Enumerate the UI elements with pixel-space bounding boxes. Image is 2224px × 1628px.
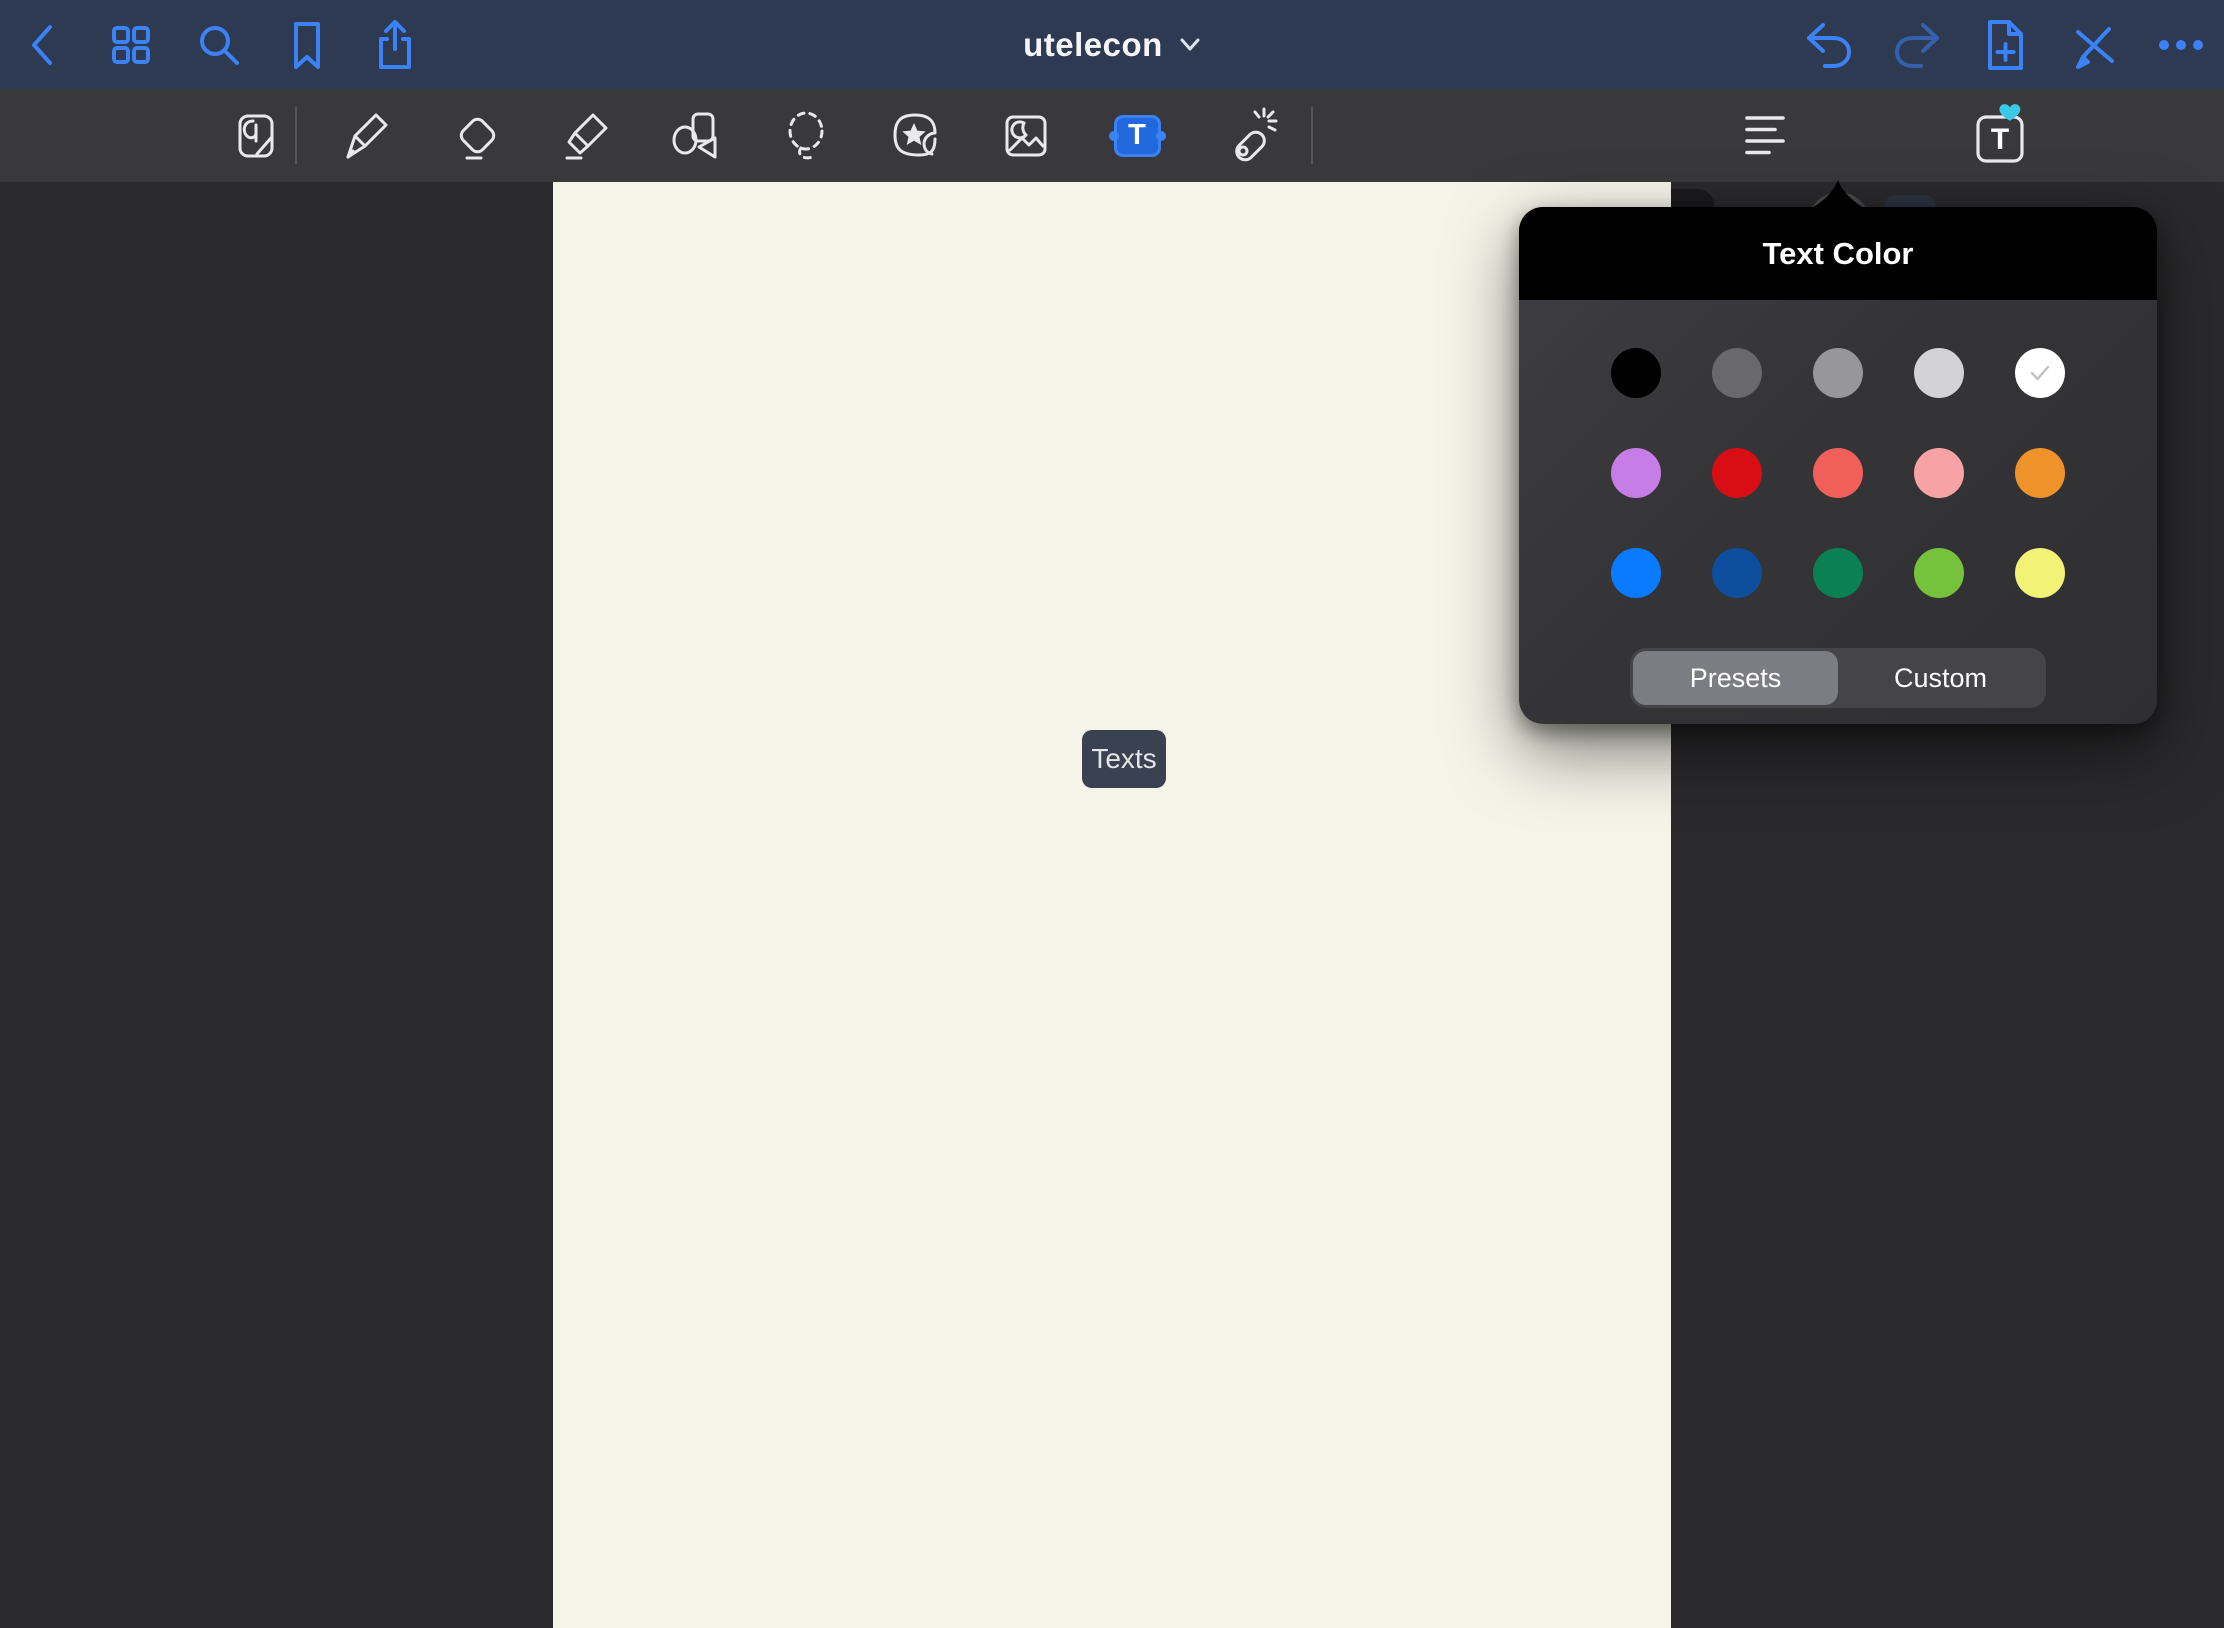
text-object[interactable]: Texts: [1082, 730, 1166, 788]
redo-icon[interactable]: [1881, 0, 1953, 89]
toolbar-divider: [295, 107, 297, 164]
popover-header: Text Color: [1519, 207, 2157, 300]
color-swatch-coral[interactable]: [1813, 448, 1863, 498]
lasso-tool[interactable]: [766, 89, 846, 182]
color-swatch-white[interactable]: [2015, 348, 2065, 398]
more-icon[interactable]: [2145, 0, 2217, 89]
color-swatch-dark-gray[interactable]: [1712, 348, 1762, 398]
shapes-tool[interactable]: [656, 89, 736, 182]
color-swatch-black[interactable]: [1611, 348, 1661, 398]
color-swatch-blue[interactable]: [1611, 548, 1661, 598]
popup-tabs: PresetsCustom: [1630, 648, 2046, 708]
color-swatch-green[interactable]: [1813, 548, 1863, 598]
color-swatch-light-gray[interactable]: [1914, 348, 1964, 398]
text-style-heart-icon: T: [1970, 103, 2034, 169]
popover-arrow: [1806, 180, 1870, 208]
undo-icon[interactable]: [1793, 0, 1865, 89]
text-object-label: Texts: [1091, 743, 1156, 775]
tab-custom[interactable]: Custom: [1838, 651, 2043, 705]
text-handle-right: [1156, 131, 1166, 141]
pen-tool[interactable]: [327, 89, 407, 182]
title-chevron-down-icon: [1179, 37, 1201, 53]
swatch-grid: [1519, 300, 2157, 598]
text-tool[interactable]: T: [1097, 89, 1177, 182]
add-page-icon[interactable]: [1969, 0, 2041, 89]
sticker-tool[interactable]: [876, 89, 956, 182]
text-tool-active-chip: T: [1114, 115, 1161, 157]
favorite-text-style-button[interactable]: T: [1962, 89, 2042, 182]
highlighter-tool[interactable]: [547, 89, 627, 182]
document-title-label: utelecon: [1023, 26, 1163, 64]
toolbar-divider: [1311, 107, 1313, 164]
align-left-icon: [1745, 114, 1785, 158]
text-align-button[interactable]: [1725, 89, 1805, 182]
color-swatch-yellow[interactable]: [2015, 548, 2065, 598]
svg-text:T: T: [1991, 123, 2009, 156]
eraser-tool[interactable]: [437, 89, 517, 182]
color-swatch-pink[interactable]: [1914, 448, 1964, 498]
color-swatch-gray[interactable]: [1813, 348, 1863, 398]
color-swatch-light-green[interactable]: [1914, 548, 1964, 598]
note-page-canvas[interactable]: Texts: [553, 182, 1671, 1628]
stylus-toggle-icon[interactable]: [2057, 0, 2129, 89]
color-swatch-dark-blue[interactable]: [1712, 548, 1762, 598]
top-navigation-bar: utelecon: [0, 0, 2224, 89]
color-swatch-orchid[interactable]: [1611, 448, 1661, 498]
image-tool[interactable]: [986, 89, 1066, 182]
laser-pointer-tool[interactable]: [1210, 89, 1290, 182]
tools-toolbar: T HiraginoSans-... 16: [0, 89, 2224, 182]
popover-title: Text Color: [1763, 236, 1914, 272]
app-window: utelecon: [0, 0, 2224, 1628]
tab-presets[interactable]: Presets: [1633, 651, 1838, 705]
pan-mode-tool[interactable]: [215, 89, 295, 182]
text-handle-left: [1109, 131, 1119, 141]
color-swatch-red[interactable]: [1712, 448, 1762, 498]
color-swatch-orange[interactable]: [2015, 448, 2065, 498]
text-color-popover: Text Color PresetsCustom: [1519, 207, 2157, 724]
